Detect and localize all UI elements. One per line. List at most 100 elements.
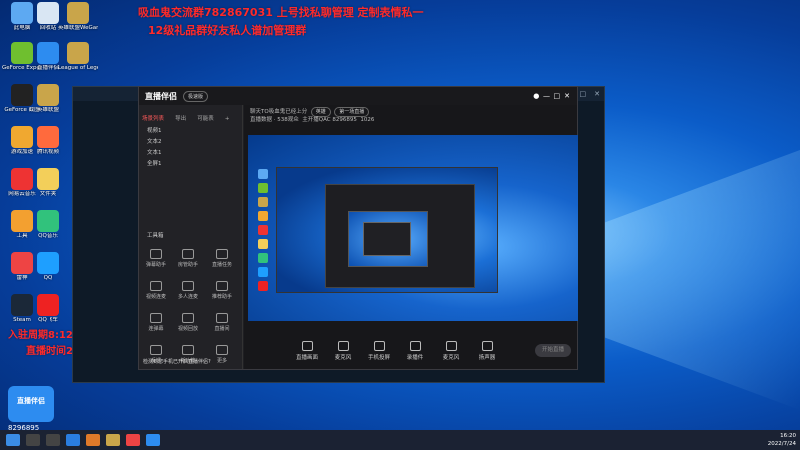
- nested-preview-2: [325, 184, 475, 288]
- tool-button[interactable]: 视频连麦: [143, 281, 169, 300]
- start-icon[interactable]: [6, 434, 20, 446]
- microphone-icon: [337, 341, 349, 351]
- desktop-icon-9[interactable]: 腾讯视频: [28, 126, 68, 170]
- close-icon[interactable]: ✕: [563, 92, 571, 100]
- mic-button[interactable]: 麦克风: [330, 341, 356, 361]
- mini-icon: [258, 169, 268, 179]
- desktop-icon-label: 英雄联盟WeGame版: [58, 25, 98, 31]
- scene-item[interactable]: 全屏1: [139, 159, 242, 170]
- preview-icon-strip: [252, 165, 274, 321]
- desktop-icon-15[interactable]: QQ: [28, 252, 68, 296]
- room-info-bar: 聊天TO吸血鬼已经上分 英雄 第一场直播 直播数据 · 538观众 主开播QAC…: [244, 105, 577, 127]
- tool-label: 多人连麦: [177, 294, 198, 300]
- start-live-button[interactable]: 开始直播: [535, 344, 571, 357]
- maximize-icon[interactable]: □: [580, 90, 587, 98]
- scene-item[interactable]: 文本2: [139, 137, 242, 148]
- tool-button[interactable]: 更多: [209, 345, 235, 364]
- stream-preview[interactable]: [248, 135, 578, 321]
- room-title[interactable]: 聊天TO吸血鬼已经上分: [250, 109, 307, 115]
- speaker-icon: [481, 341, 493, 351]
- mini-icon: [258, 211, 268, 221]
- tool-button[interactable]: 直播任务: [209, 249, 235, 268]
- tool-button[interactable]: 直播间: [209, 313, 235, 332]
- tool-label: 更多: [216, 358, 227, 364]
- desktop-icon-label: 英雄联盟: [36, 107, 59, 113]
- desktop-icon-label: 腾讯视频: [36, 149, 59, 155]
- app-taskbar-icon[interactable]: [86, 434, 100, 446]
- minimize-icon[interactable]: —: [543, 92, 551, 100]
- taskbar: 16:20 2022/7/24: [0, 430, 800, 450]
- control-label: 直播画面: [295, 355, 318, 361]
- edge-icon[interactable]: [66, 434, 80, 446]
- desktop-icon-label: League of Legends: [58, 65, 98, 71]
- tool-button[interactable]: 视频回放: [175, 313, 201, 332]
- tool-label: 连弹幕: [148, 326, 164, 332]
- tool-button[interactable]: 多人连麦: [175, 281, 201, 300]
- desktop-icon-13[interactable]: QQ音乐: [28, 210, 68, 254]
- racing-game-icon: [37, 294, 59, 316]
- tool-label: 弹幕助手: [145, 262, 166, 268]
- lol-icon: [37, 84, 59, 106]
- window-controls: ● — □ ✕: [532, 92, 571, 100]
- scene-item[interactable]: 视频1: [139, 126, 242, 137]
- lol-icon: [67, 42, 89, 64]
- control-label: 麦克风: [442, 355, 460, 361]
- control-label: 录播件: [406, 355, 424, 361]
- danmaku-icon: [150, 249, 162, 259]
- add-scene-icon[interactable]: +: [225, 116, 230, 122]
- version-badge: 极速版: [183, 90, 209, 102]
- multi-user-icon: [182, 281, 194, 291]
- screen-capture-button[interactable]: 直播画面: [294, 341, 320, 361]
- mini-icon: [258, 239, 268, 249]
- record-button[interactable]: 录播件: [402, 341, 428, 361]
- microphone-icon: [445, 341, 457, 351]
- mic-toggle-button[interactable]: 麦克风: [438, 341, 464, 361]
- admin-icon: [182, 249, 194, 259]
- desktop-icon-11[interactable]: 文件夹: [28, 168, 68, 212]
- live-companion-window[interactable]: 直播伴侣 极速版 ● — □ ✕ 场景列表 导出 可能表 + 视频1 文本2 文…: [138, 86, 578, 370]
- tool-label: 视频连麦: [145, 294, 166, 300]
- avatar-icon[interactable]: ●: [532, 92, 540, 100]
- tool-button[interactable]: 推荐助手: [209, 281, 235, 300]
- tencent-video-icon: [37, 126, 59, 148]
- tab-export[interactable]: 导出: [175, 114, 186, 122]
- watermark-brand: 直播伴侣: [17, 397, 45, 405]
- mini-icon: [258, 281, 268, 291]
- tab-options[interactable]: 可能表: [197, 114, 214, 122]
- desktop-icon-2[interactable]: 英雄联盟WeGame版: [58, 2, 98, 46]
- phone-icon: [373, 341, 385, 351]
- desktop-icon-7[interactable]: 英雄联盟: [28, 84, 68, 128]
- live-companion-icon: [37, 42, 59, 64]
- speaker-button[interactable]: 扬声器: [474, 341, 500, 361]
- record-icon: [409, 341, 421, 351]
- phone-cast-button[interactable]: 手机投屏: [366, 341, 392, 361]
- tool-button[interactable]: 连弹幕: [143, 313, 169, 332]
- scene-item[interactable]: 文本1: [139, 148, 242, 159]
- notice-text: 检测到您手机已开启直播伴侣?: [143, 359, 211, 365]
- app-taskbar-icon[interactable]: [126, 434, 140, 446]
- clock-date: 2022/7/24: [767, 441, 796, 447]
- tool-button[interactable]: 弹幕助手: [143, 249, 169, 268]
- tool-label: 房管助手: [177, 262, 198, 268]
- toolbox-heading: 工具箱: [147, 233, 164, 239]
- video-link-icon: [150, 281, 162, 291]
- desktop-icon-5[interactable]: League of Legends: [58, 42, 98, 86]
- lol-taskbar-icon[interactable]: [106, 434, 120, 446]
- control-label: 麦克风: [334, 355, 352, 361]
- app-title: 直播伴侣: [145, 91, 177, 101]
- task-view-icon[interactable]: [46, 434, 60, 446]
- search-icon[interactable]: [26, 434, 40, 446]
- tool-label: 视频回放: [177, 326, 198, 332]
- main-panel: 聊天TO吸血鬼已经上分 英雄 第一场直播 直播数据 · 538观众 主开播QAC…: [244, 105, 578, 369]
- chat-icon: [150, 313, 162, 323]
- live-companion-taskbar-icon[interactable]: [146, 434, 160, 446]
- overlay-ad-line-2: 12级礼品群好友私人谱加管理群: [148, 24, 307, 37]
- tab-scene-list[interactable]: 场景列表: [142, 114, 164, 122]
- lol-icon: [67, 2, 89, 24]
- desktop-icon-label: QQ飞车: [38, 317, 58, 323]
- monitor-icon: [301, 341, 313, 351]
- tool-button[interactable]: 房管助手: [175, 249, 201, 268]
- maximize-icon[interactable]: □: [553, 92, 561, 100]
- close-icon[interactable]: ✕: [594, 90, 600, 98]
- system-clock[interactable]: 16:20 2022/7/24: [768, 432, 796, 448]
